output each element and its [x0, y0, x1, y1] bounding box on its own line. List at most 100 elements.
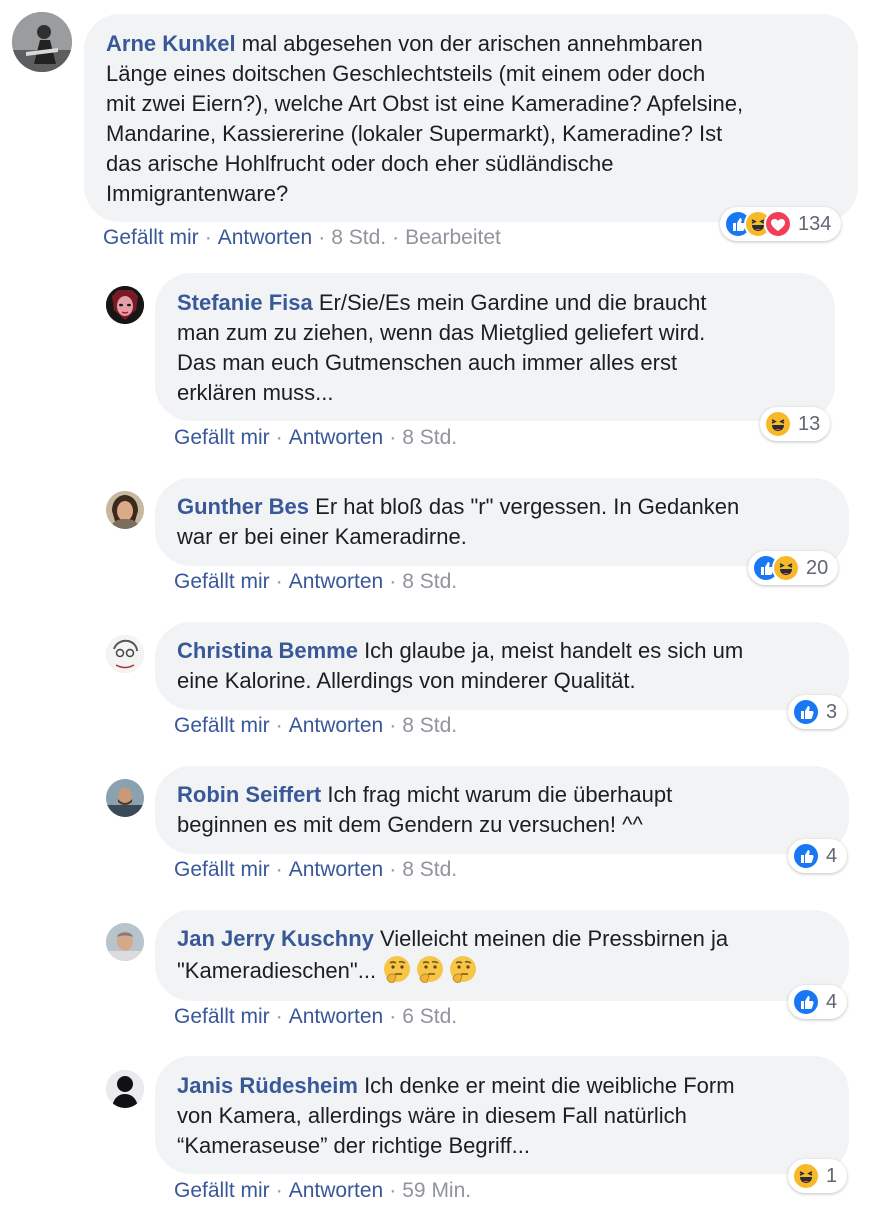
separator: ·	[389, 1179, 397, 1202]
comment-author[interactable]: Jan Jerry Kuschny	[177, 926, 374, 951]
reaction-summary[interactable]: 20	[748, 551, 839, 585]
reaction-summary[interactable]: 1	[788, 1159, 848, 1193]
comment-bubble: Robin Seiffert Ich frag micht warum die …	[155, 766, 849, 854]
avatar-photo-icon	[106, 923, 144, 961]
comment-text: Er hat bloß das "r" vergessen. In Gedank…	[309, 494, 740, 519]
like-reaction-icon	[792, 988, 820, 1016]
avatar[interactable]	[12, 12, 72, 72]
reaction-count: 20	[806, 556, 829, 579]
avatar[interactable]	[106, 923, 144, 961]
comment-author[interactable]: Gunther Bes	[177, 494, 309, 519]
comment-text: man zum zu ziehen, wenn das Mietglied ge…	[177, 320, 706, 345]
avatar-photo-icon	[12, 12, 72, 72]
timestamp[interactable]: 59 Min.	[402, 1179, 471, 1202]
comment-bubble: Janis Rüdesheim Ich denke er meint die w…	[155, 1056, 849, 1174]
separator: ·	[275, 858, 283, 881]
comment-bubble: Stefanie Fisa Er/Sie/Es mein Gardine und…	[155, 273, 835, 421]
reply-link[interactable]: Antworten	[289, 426, 384, 449]
reply-link[interactable]: Antworten	[289, 714, 384, 737]
reaction-summary[interactable]: 4	[788, 839, 848, 873]
comment-text: eine Kalorine. Allerdings von minderer Q…	[177, 668, 636, 693]
comment-actions: Gefällt mir · Antworten · 8 Std.	[174, 570, 457, 594]
comment-text: Länge eines doitschen Geschlechtsteils (…	[106, 61, 706, 86]
separator: ·	[389, 1005, 397, 1028]
comment-text: Ich frag micht warum die überhaupt	[321, 782, 673, 807]
reply-link[interactable]: Antworten	[289, 1005, 384, 1028]
avatar[interactable]	[106, 491, 144, 529]
comment-actions: Gefällt mir · Antworten · 6 Std.	[174, 1005, 457, 1029]
comment-actions: Gefällt mir · Antworten · 8 Std.	[174, 714, 457, 738]
comment-actions: Gefällt mir · Antworten · 8 Std.	[174, 426, 457, 450]
separator: ·	[275, 1179, 283, 1202]
comment-author[interactable]: Robin Seiffert	[177, 782, 321, 807]
comment-author[interactable]: Arne Kunkel	[106, 31, 236, 56]
separator: ·	[275, 714, 283, 737]
reaction-count: 1	[826, 1164, 838, 1187]
timestamp[interactable]: 8 Std.	[402, 714, 457, 737]
separator: ·	[318, 226, 326, 249]
comment-text: mit zwei Eiern?), welche Art Obst ist ei…	[106, 91, 744, 116]
like-link[interactable]: Gefällt mir	[174, 714, 270, 737]
comment-actions: Gefällt mir · Antworten · 59 Min.	[174, 1179, 471, 1203]
reaction-count: 134	[798, 212, 832, 235]
like-link[interactable]: Gefällt mir	[174, 1179, 270, 1202]
comment-text: "Kameradieschen"...	[177, 958, 383, 983]
reply-link[interactable]: Antworten	[289, 570, 384, 593]
avatar[interactable]	[106, 635, 144, 673]
comment-text: Immigrantenware?	[106, 181, 289, 206]
reply-link[interactable]: Antworten	[218, 226, 313, 249]
reaction-summary[interactable]: 3	[788, 695, 848, 729]
reaction-count: 13	[798, 412, 821, 435]
comment-bubble: Gunther Bes Er hat bloß das "r" vergesse…	[155, 478, 849, 566]
separator: ·	[389, 714, 397, 737]
avatar[interactable]	[106, 779, 144, 817]
avatar-photo-icon	[106, 779, 144, 817]
reaction-count: 3	[826, 700, 838, 723]
comment-author[interactable]: Christina Bemme	[177, 638, 358, 663]
comment-author[interactable]: Janis Rüdesheim	[177, 1073, 358, 1098]
timestamp[interactable]: 8 Std.	[331, 226, 386, 249]
comment-author[interactable]: Stefanie Fisa	[177, 290, 313, 315]
avatar-photo-icon	[106, 286, 144, 324]
avatar-photo-icon	[106, 1070, 144, 1108]
reply-link[interactable]: Antworten	[289, 858, 384, 881]
timestamp[interactable]: 8 Std.	[402, 858, 457, 881]
edited-label[interactable]: Bearbeitet	[405, 226, 501, 249]
reaction-summary[interactable]: 4	[788, 985, 848, 1019]
reaction-summary[interactable]: 134	[720, 207, 842, 241]
avatar[interactable]	[106, 1070, 144, 1108]
comment-text: Das man euch Gutmenschen auch immer alle…	[177, 350, 678, 375]
separator: ·	[204, 226, 212, 249]
separator: ·	[275, 426, 283, 449]
reaction-count: 4	[826, 990, 838, 1013]
avatar-photo-icon	[106, 491, 144, 529]
comment-text: Mandarine, Kassiererine (lokaler Superma…	[106, 121, 723, 146]
love-reaction-icon	[764, 210, 792, 238]
comment-text: erklären muss...	[177, 380, 334, 405]
thinking-face-icon	[382, 954, 412, 984]
comment-text: beginnen es mit dem Gendern zu versuchen…	[177, 812, 643, 837]
like-link[interactable]: Gefällt mir	[174, 570, 270, 593]
like-link[interactable]: Gefällt mir	[174, 858, 270, 881]
timestamp[interactable]: 8 Std.	[402, 570, 457, 593]
haha-reaction-icon	[764, 410, 792, 438]
separator: ·	[392, 226, 400, 249]
comment-bubble: Jan Jerry Kuschny Vielleicht meinen die …	[155, 910, 849, 1001]
haha-reaction-icon	[792, 1162, 820, 1190]
comment-text: von Kamera, allerdings wäre in diesem Fa…	[177, 1103, 687, 1128]
like-reaction-icon	[792, 698, 820, 726]
like-link[interactable]: Gefällt mir	[103, 226, 199, 249]
reply-link[interactable]: Antworten	[289, 1179, 384, 1202]
like-link[interactable]: Gefällt mir	[174, 426, 270, 449]
like-reaction-icon	[792, 842, 820, 870]
comment-bubble: Arne Kunkel mal abgesehen von der arisch…	[84, 14, 858, 222]
avatar-photo-icon	[106, 635, 144, 673]
avatar[interactable]	[106, 286, 144, 324]
timestamp[interactable]: 8 Std.	[402, 426, 457, 449]
reaction-summary[interactable]: 13	[760, 407, 831, 441]
comment-text: das arische Hohlfrucht oder doch eher sü…	[106, 151, 614, 176]
timestamp[interactable]: 6 Std.	[402, 1005, 457, 1028]
comment-actions: Gefällt mir · Antworten · 8 Std.	[174, 858, 457, 882]
thinking-face-icon	[448, 954, 478, 984]
like-link[interactable]: Gefällt mir	[174, 1005, 270, 1028]
